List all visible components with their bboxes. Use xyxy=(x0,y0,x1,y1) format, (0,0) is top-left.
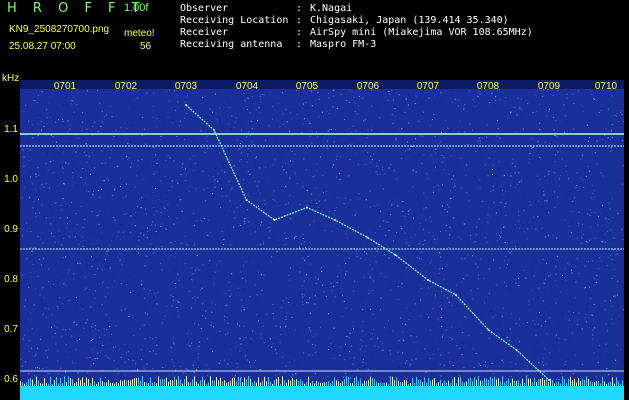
info-row-antenna: Receiving antenna: Maspro FM-3 xyxy=(180,39,377,50)
x-tick-label: 0706 xyxy=(356,81,380,92)
meteor-trace-point xyxy=(548,379,550,381)
station-info: Observer: K.Nagai Receiving Location: Chig… xyxy=(180,3,533,51)
x-tick-label: 0708 xyxy=(476,81,500,92)
meteor-trace-point xyxy=(334,219,336,221)
info-row-receiver: Receiver: AirSpy mini (Miakejima VOR 108.… xyxy=(180,27,533,38)
spectrogram-canvas xyxy=(20,80,624,400)
y-tick-label: 0.9 xyxy=(4,224,18,235)
spectrogram-plot xyxy=(20,80,624,400)
header-panel: H R O F F T 1.00f KN9_2508270700.png met… xyxy=(0,0,629,76)
meteor-trace-point xyxy=(245,199,248,201)
x-tick-label: 0701 xyxy=(53,81,77,92)
meteor-trace-point xyxy=(306,206,308,209)
info-row-observer: Observer: K.Nagai xyxy=(180,3,353,14)
info-value: AirSpy mini (Miakejima VOR 108.65MHz) xyxy=(310,27,533,38)
y-tick-label: 0.8 xyxy=(4,274,18,285)
count-label: 56 xyxy=(140,41,152,52)
y-tick-label: 1.1 xyxy=(4,124,18,135)
x-tick-label: 0709 xyxy=(537,81,561,92)
y-tick-label: 1.0 xyxy=(4,174,18,185)
meteor-trace-point xyxy=(273,219,276,221)
meteor-trace-point xyxy=(366,236,369,239)
version-label: 1.00f xyxy=(124,2,149,14)
timestamp-label: 25.08.27 07:00 xyxy=(9,41,76,52)
x-tick-label: 0702 xyxy=(114,81,138,92)
meteor-trace-point xyxy=(394,254,397,256)
y-tick-label: 0.6 xyxy=(4,374,18,385)
info-key: Observer xyxy=(180,3,229,14)
x-tick-label: 0707 xyxy=(416,81,440,92)
meteor-trace-point xyxy=(515,349,518,351)
info-key: Receiving Location xyxy=(180,15,289,26)
info-key: Receiving antenna xyxy=(180,39,283,50)
y-axis-unit: kHz xyxy=(2,73,20,84)
info-row-location: Receiving Location: Chigasaki, Japan (139… xyxy=(180,15,509,26)
meteor-trace-point xyxy=(487,329,490,331)
signal-strength-spikes xyxy=(20,376,623,386)
x-tick-label: 0704 xyxy=(235,81,259,92)
meteor-trace-point xyxy=(213,129,215,131)
meteor-trace-point xyxy=(427,279,429,281)
signal-strength-strip xyxy=(20,386,624,400)
x-tick-label: 0705 xyxy=(295,81,319,92)
info-value: Maspro FM-3 xyxy=(310,39,377,50)
filename-label: KN9_2508270700.png xyxy=(9,24,110,35)
x-tick-label: 0710 xyxy=(594,81,618,92)
y-tick-label: 0.7 xyxy=(4,324,18,335)
info-value: K.Nagai xyxy=(310,3,353,14)
noise-texture xyxy=(20,80,624,381)
meteor-trace-point xyxy=(455,294,457,296)
time-axis-band xyxy=(20,80,624,89)
info-key: Receiver xyxy=(180,27,229,38)
info-value: Chigasaki, Japan (139.414 35.340) xyxy=(310,15,509,26)
meteor-trace-point xyxy=(185,104,187,106)
mode-label: meteo! xyxy=(124,28,155,39)
x-tick-label: 0703 xyxy=(174,81,198,92)
